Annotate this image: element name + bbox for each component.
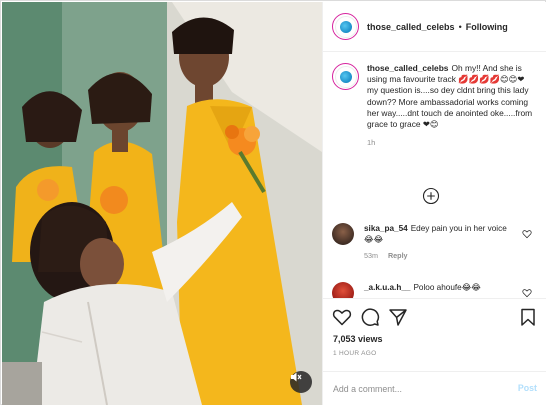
comment-item: _a.k.u.a.h__ Poloo ahoufe😂😂 xyxy=(332,282,538,298)
profile-logo-icon xyxy=(339,20,352,33)
bookmark-icon[interactable] xyxy=(518,307,538,327)
header-username[interactable]: those_called_celebs xyxy=(367,22,455,32)
comment-like-button[interactable] xyxy=(522,288,532,298)
comment-text: Poloo ahoufe😂😂 xyxy=(413,283,481,292)
comment-like-button[interactable] xyxy=(522,229,532,239)
mute-button[interactable] xyxy=(290,371,312,393)
share-icon[interactable] xyxy=(388,307,408,327)
post-caption: those_called_celebs Oh my!! And she is us… xyxy=(332,63,538,147)
caption-time[interactable]: 1h xyxy=(367,138,537,147)
header-separator: • xyxy=(458,21,462,32)
comment-username[interactable]: sika_pa_54 xyxy=(364,224,408,233)
comment-item: sika_pa_54 Edey pain you in her voice 😂😂 … xyxy=(332,223,538,260)
heart-icon[interactable] xyxy=(332,307,352,327)
reply-button[interactable]: Reply xyxy=(388,251,408,260)
post-side-panel: those_called_celebs • Following those_ca… xyxy=(322,2,546,405)
action-bar xyxy=(332,307,538,329)
comments-section[interactable]: those_called_celebs Oh my!! And she is us… xyxy=(323,53,546,298)
post-comment-button[interactable]: Post xyxy=(518,383,537,393)
plus-circle-icon xyxy=(422,187,440,205)
load-more-comments-button[interactable] xyxy=(422,187,440,205)
comment-time[interactable]: 53m xyxy=(364,251,378,260)
profile-logo-icon xyxy=(339,70,352,83)
caption-avatar[interactable] xyxy=(332,63,359,90)
instagram-post-window: those_called_celebs • Following those_ca… xyxy=(0,0,546,405)
video-frame-illustration xyxy=(2,2,322,405)
commenter-avatar[interactable] xyxy=(332,282,354,298)
add-comment-bar: Post xyxy=(323,371,546,406)
caption-username[interactable]: those_called_celebs xyxy=(367,63,448,73)
following-button[interactable]: Following xyxy=(466,22,508,32)
post-header: those_called_celebs • Following xyxy=(323,2,546,52)
speaker-muted-icon xyxy=(291,372,302,382)
commenter-avatar[interactable] xyxy=(332,223,354,245)
view-count[interactable]: 7,053 views xyxy=(333,334,383,344)
add-comment-input[interactable] xyxy=(333,381,493,397)
post-timestamp: 1 HOUR AGO xyxy=(333,350,377,357)
post-actions: 7,053 views 1 HOUR AGO Post xyxy=(323,298,546,405)
comment-icon[interactable] xyxy=(360,307,380,327)
post-video[interactable] xyxy=(2,2,322,405)
profile-avatar[interactable] xyxy=(332,13,359,40)
comment-username[interactable]: _a.k.u.a.h__ xyxy=(364,283,410,292)
